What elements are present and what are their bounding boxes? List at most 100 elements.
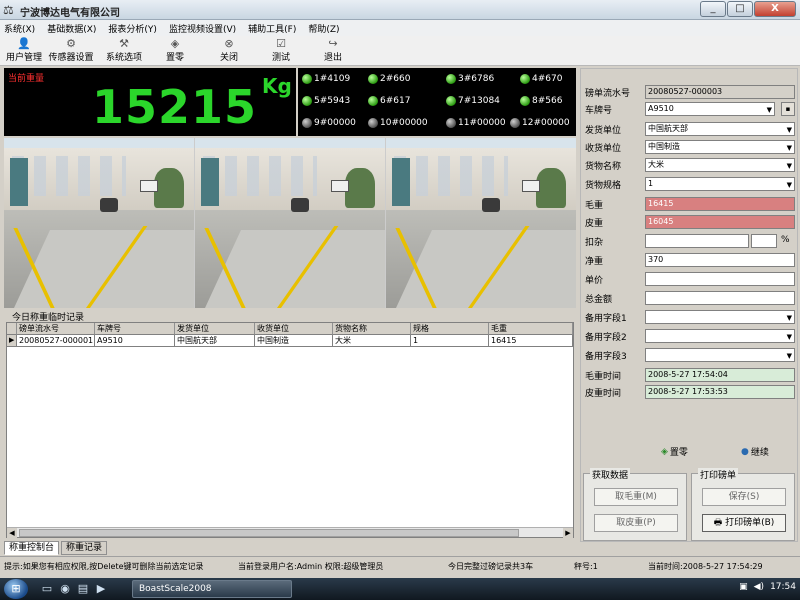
tare-weight-field[interactable]: 16045 bbox=[645, 215, 795, 229]
toolbar-label: 退出 bbox=[323, 53, 342, 63]
records-table[interactable]: 磅单流水号 车牌号 发货单位 收货单位 货物名称 规格 毛重 ▶ 2008052… bbox=[6, 322, 574, 538]
column-header[interactable]: 毛重 bbox=[489, 323, 573, 335]
scroll-right-icon[interactable]: ▶ bbox=[563, 528, 573, 538]
status-light-icon bbox=[520, 96, 530, 106]
serial-number-field[interactable]: 20080527-000003 bbox=[645, 85, 795, 99]
table-cell[interactable]: A9510 bbox=[95, 335, 175, 347]
menu-tools[interactable]: 辅助工具(F) bbox=[248, 22, 296, 35]
receiver-select[interactable]: 中国制造 bbox=[645, 140, 795, 154]
sender-select[interactable]: 中国航天部 bbox=[645, 122, 795, 136]
field-label: 备用字段1 bbox=[585, 314, 627, 324]
print-ticket-button[interactable]: 🖶 打印磅单(B) bbox=[702, 514, 786, 532]
continue-action-button[interactable]: ● 继续 bbox=[741, 445, 769, 459]
minimize-button[interactable]: _ bbox=[700, 1, 726, 17]
column-header[interactable]: 磅单流水号 bbox=[17, 323, 95, 335]
status-light-icon bbox=[520, 74, 530, 84]
fetch-tare-button[interactable]: 取皮重(P) bbox=[594, 514, 678, 532]
status-light-icon bbox=[510, 118, 520, 128]
scroll-left-icon[interactable]: ◀ bbox=[7, 528, 17, 538]
toolbar-zero-button[interactable]: ◈ 置零 bbox=[160, 37, 190, 63]
close-window-button[interactable]: X bbox=[754, 1, 796, 17]
net-weight-field[interactable]: 370 bbox=[645, 253, 795, 267]
channel-label: 9#00000 bbox=[314, 118, 356, 128]
percent-label: % bbox=[781, 235, 790, 245]
menu-system[interactable]: 系统(X) bbox=[4, 22, 35, 35]
menu-base-data[interactable]: 基础数据(X) bbox=[47, 22, 96, 35]
camera-feed-3[interactable] bbox=[386, 138, 576, 308]
table-cell[interactable]: 中国制造 bbox=[255, 335, 333, 347]
close-icon: ⊗ bbox=[224, 37, 234, 50]
taskbar-clock[interactable]: 17:54 bbox=[770, 582, 796, 592]
plate-number-select[interactable]: A9510 bbox=[645, 102, 775, 116]
table-cell[interactable]: 大米 bbox=[333, 335, 411, 347]
gross-time-field[interactable]: 2008-5-27 17:54:04 bbox=[645, 368, 795, 382]
start-button[interactable]: ⊞ bbox=[4, 579, 28, 599]
network-icon[interactable]: ▣ bbox=[739, 582, 748, 592]
printer-icon: 🖶 bbox=[713, 518, 723, 528]
tab-weighing-console[interactable]: 称重控制台 bbox=[4, 541, 60, 555]
taskbar-app-button[interactable]: BoastScale2008 bbox=[132, 580, 292, 598]
volume-icon[interactable]: ◀) bbox=[754, 582, 764, 592]
scale-icon: ⚖ bbox=[3, 3, 14, 17]
show-desktop-icon[interactable]: ▭ bbox=[40, 582, 54, 596]
camera-feed-2[interactable] bbox=[195, 138, 386, 308]
deduction-field[interactable] bbox=[645, 234, 749, 248]
media-icon[interactable]: ▶ bbox=[94, 582, 108, 596]
channel-label: 4#670 bbox=[532, 74, 563, 84]
menu-reports[interactable]: 报表分析(Y) bbox=[108, 22, 157, 35]
menu-video-settings[interactable]: 监控视频设置(V) bbox=[169, 22, 236, 35]
scrollbar-thumb[interactable] bbox=[19, 529, 519, 537]
spare-field-1-select[interactable] bbox=[645, 310, 795, 324]
column-header[interactable]: 规格 bbox=[411, 323, 489, 335]
field-label: 收货单位 bbox=[585, 144, 622, 154]
plate-lookup-button[interactable]: ▪ bbox=[781, 102, 795, 116]
user-icon: 👤 bbox=[17, 37, 31, 50]
column-header[interactable]: 收货单位 bbox=[255, 323, 333, 335]
toolbar: 👤 用户管理 ⚙ 传感器设置 ⚒ 系统选项 ◈ 置零 ⊗ 关闭 ☑ 测试 ↪ 退… bbox=[0, 36, 800, 66]
camera-feed-1[interactable] bbox=[4, 138, 195, 308]
toolbar-close-button[interactable]: ⊗ 关闭 bbox=[214, 37, 244, 63]
spare-field-3-select[interactable] bbox=[645, 348, 795, 362]
tab-weighing-records[interactable]: 称重记录 bbox=[61, 541, 108, 555]
field-label: 发货单位 bbox=[585, 126, 622, 136]
toolbar-system-options-button[interactable]: ⚒ 系统选项 bbox=[104, 37, 144, 63]
maximize-button[interactable]: □ bbox=[727, 1, 753, 17]
gross-weight-field[interactable]: 16415 bbox=[645, 197, 795, 211]
folder-icon[interactable]: ▤ bbox=[76, 582, 90, 596]
toolbar-user-management-button[interactable]: 👤 用户管理 bbox=[4, 37, 44, 63]
total-amount-field[interactable] bbox=[645, 291, 795, 305]
column-header[interactable]: 车牌号 bbox=[95, 323, 175, 335]
zero-action-button[interactable]: ◈ 置零 bbox=[661, 445, 688, 459]
table-row[interactable]: ▶ 20080527-000001 A9510 中国航天部 中国制造 大米 1 … bbox=[7, 335, 573, 347]
table-cell[interactable]: 20080527-000001 bbox=[17, 335, 95, 347]
deduction-percent-field[interactable] bbox=[751, 234, 777, 248]
channel-3: 3#6786 bbox=[446, 74, 494, 84]
toolbar-exit-button[interactable]: ↪ 退出 bbox=[318, 37, 348, 63]
fetch-gross-button[interactable]: 取毛重(M) bbox=[594, 488, 678, 506]
goods-name-select[interactable]: 大米 bbox=[645, 158, 795, 172]
save-button[interactable]: 保存(S) bbox=[702, 488, 786, 506]
menu-help[interactable]: 帮助(Z) bbox=[308, 22, 339, 35]
table-cell[interactable]: 1 bbox=[411, 335, 489, 347]
bottom-tabs: 称重控制台 称重记录 bbox=[4, 541, 108, 555]
field-label: 皮重时间 bbox=[585, 389, 622, 399]
table-cell[interactable]: 中国航天部 bbox=[175, 335, 255, 347]
tare-time-field[interactable]: 2008-5-27 17:53:53 bbox=[645, 385, 795, 399]
unit-price-field[interactable] bbox=[645, 272, 795, 286]
spare-field-2-select[interactable] bbox=[645, 329, 795, 343]
channel-label: 5#5943 bbox=[314, 96, 351, 106]
field-label: 扣杂 bbox=[585, 238, 604, 248]
column-header[interactable]: 发货单位 bbox=[175, 323, 255, 335]
window-controls: _ □ X bbox=[700, 1, 796, 17]
row-indicator-header bbox=[7, 323, 17, 335]
channel-label: 11#00000 bbox=[458, 118, 506, 128]
horizontal-scrollbar[interactable]: ◀ ▶ bbox=[7, 527, 573, 538]
channel-label: 6#617 bbox=[380, 96, 411, 106]
field-label: 皮重 bbox=[585, 219, 604, 229]
table-cell[interactable]: 16415 bbox=[489, 335, 573, 347]
column-header[interactable]: 货物名称 bbox=[333, 323, 411, 335]
toolbar-sensor-settings-button[interactable]: ⚙ 传感器设置 bbox=[46, 37, 96, 63]
browser-icon[interactable]: ◉ bbox=[58, 582, 72, 596]
toolbar-test-button[interactable]: ☑ 测试 bbox=[266, 37, 296, 63]
goods-spec-select[interactable]: 1 bbox=[645, 177, 795, 191]
